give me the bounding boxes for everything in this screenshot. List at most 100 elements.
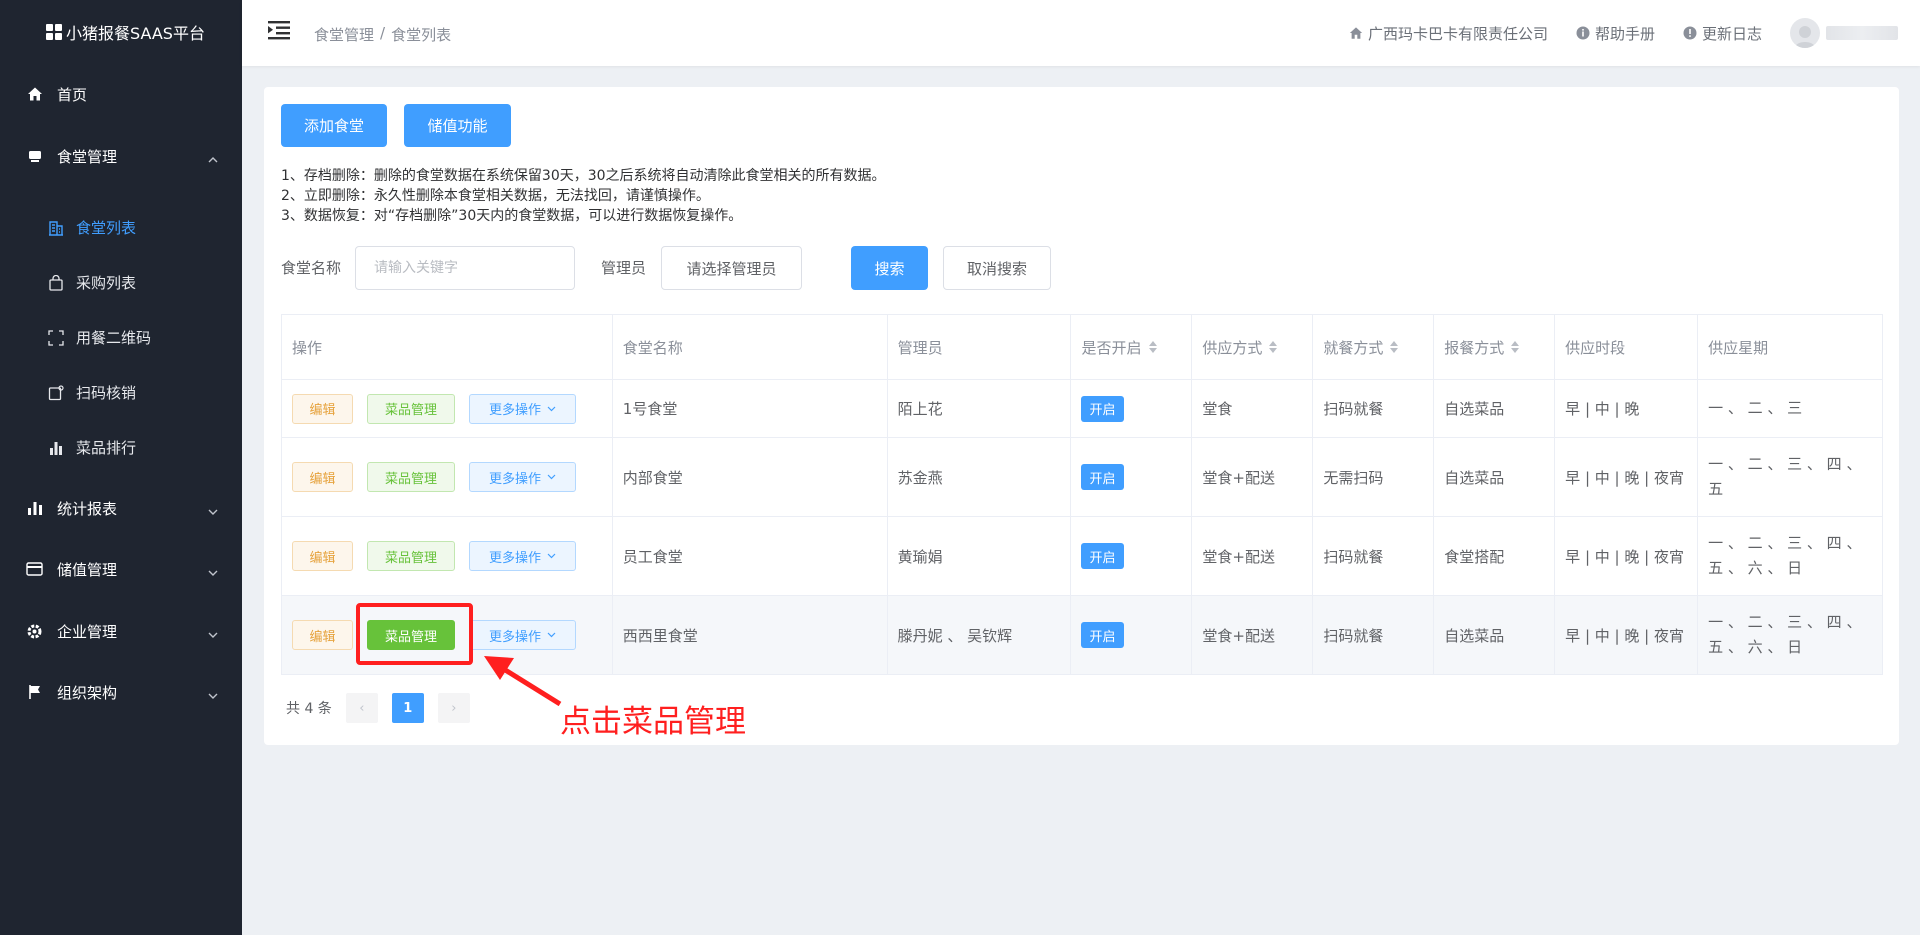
admin-name: 苏金燕 — [888, 438, 1072, 516]
enabled-tag: 开启 — [1081, 395, 1124, 422]
canteen-name-label: 食堂名称 — [281, 259, 342, 277]
sidebar-item-stored-value[interactable]: 储值管理 — [0, 541, 242, 597]
changelog-label: 更新日志 — [1701, 24, 1762, 43]
app-title: 小猪报餐SAAS平台 — [66, 24, 205, 43]
dish-management-button[interactable]: 菜品管理 — [367, 541, 455, 571]
enabled-tag: 开启 — [1081, 464, 1124, 490]
dish-management-button[interactable]: 菜品管理 — [367, 462, 455, 492]
prev-page-button[interactable]: ‹ — [345, 693, 378, 723]
admin-name: 滕丹妮 、 吴钦辉 — [888, 596, 1072, 674]
column-header: 操作 — [282, 315, 613, 379]
sidebar-subitem-meal-qrcode[interactable]: 用餐二维码 — [0, 310, 242, 365]
sidebar-subitem-dish-ranking[interactable]: 菜品排行 — [0, 420, 242, 475]
canteen-name-input[interactable] — [355, 246, 575, 290]
changelog-link[interactable]: 更新日志 — [1683, 23, 1762, 44]
sidebar-subitem-purchase-list[interactable]: 采购列表 — [0, 255, 242, 310]
canteen-name: 内部食堂 — [613, 438, 888, 516]
sidebar-subitem-label: 食堂列表 — [76, 219, 137, 237]
username-blurred[interactable] — [1826, 26, 1898, 40]
sort-icon[interactable] — [1269, 341, 1278, 353]
enabled-cell: 开启 — [1071, 438, 1193, 516]
home-icon — [26, 86, 43, 103]
sidebar-subitem-label: 菜品排行 — [76, 439, 137, 457]
cancel-search-button[interactable]: 取消搜索 — [943, 246, 1051, 290]
search-button[interactable]: 搜索 — [851, 246, 928, 290]
column-header-label: 报餐方式 — [1444, 338, 1505, 357]
pagination: 共 4 条 ‹ 1 › — [286, 693, 470, 723]
scan-icon — [48, 329, 64, 346]
column-header-sortable[interactable]: 是否开启 — [1071, 315, 1193, 379]
more-actions-button[interactable]: 更多操作 — [469, 462, 576, 492]
days-line: 一 、 二 、 三 、 四 、 — [1708, 613, 1862, 631]
chevron-down-icon — [208, 563, 218, 581]
column-header-sortable[interactable]: 供应方式 — [1192, 315, 1314, 379]
top-header: 食堂管理 / 食堂列表 广西玛卡巴卡有限责任公司 帮助手册 更新日志 — [242, 0, 1920, 66]
column-header-sortable[interactable]: 就餐方式 — [1313, 315, 1435, 379]
sidebar-subitem-label: 采购列表 — [76, 274, 137, 292]
enabled-tag: 开启 — [1081, 543, 1124, 569]
canteen-name: 1号食堂 — [613, 380, 888, 437]
more-actions-button[interactable]: 更多操作 — [469, 541, 576, 571]
stored-value-button[interactable]: 储值功能 — [404, 104, 511, 147]
sort-icon[interactable] — [1390, 341, 1399, 353]
column-header: 管理员 — [888, 315, 1072, 379]
edit-button[interactable]: 编辑 — [292, 620, 353, 650]
main-card: 添加食堂 储值功能 1、存档删除：删除的食堂数据在系统保留30天，30之后系统将… — [264, 87, 1899, 745]
collapse-menu-icon[interactable] — [268, 20, 290, 40]
company-link[interactable]: 广西玛卡巴卡有限责任公司 — [1349, 23, 1548, 44]
sidebar-subitem-scan-verify[interactable]: 扫码核销 — [0, 365, 242, 420]
edit-button[interactable]: 编辑 — [292, 393, 353, 424]
annotation-arrow-icon — [484, 656, 562, 706]
sidebar-item-home[interactable]: 首页 — [0, 66, 242, 122]
bar-chart-icon — [26, 500, 43, 517]
sort-icon[interactable] — [1511, 341, 1520, 353]
dining-mode: 扫码就餐 — [1313, 596, 1435, 674]
card-icon — [26, 561, 43, 578]
sort-icon[interactable] — [1148, 341, 1157, 353]
dish-management-button[interactable]: 菜品管理 — [367, 393, 455, 424]
header-right: 广西玛卡巴卡有限责任公司 帮助手册 更新日志 — [1349, 0, 1920, 66]
order-mode: 自选菜品 — [1434, 438, 1556, 516]
supply-times: 早 | 中 | 晚 | 夜宵 — [1555, 596, 1699, 674]
add-canteen-button[interactable]: 添加食堂 — [281, 104, 387, 147]
sidebar-item-organization[interactable]: 组织架构 — [0, 664, 242, 720]
order-mode: 自选菜品 — [1434, 380, 1556, 437]
more-actions-button[interactable]: 更多操作 — [469, 620, 576, 650]
column-header-label: 是否开启 — [1081, 338, 1142, 357]
row-actions: 编辑 菜品管理 更多操作 — [282, 380, 613, 437]
sidebar-item-label: 首页 — [57, 85, 88, 104]
edit-button[interactable]: 编辑 — [292, 541, 353, 571]
info-icon — [1576, 26, 1590, 40]
sidebar-subitem-canteen-list[interactable]: 食堂列表 — [0, 200, 242, 255]
admin-select[interactable]: 请选择管理员 — [661, 246, 802, 290]
days-line: 一 、 二 、 三 — [1708, 399, 1803, 417]
next-page-button[interactable]: › — [437, 693, 470, 723]
alert-icon — [1683, 26, 1697, 40]
flag-icon — [26, 684, 43, 701]
admin-label: 管理员 — [601, 259, 647, 277]
days-line: 一 、 二 、 三 、 四 、 — [1708, 534, 1862, 552]
app-logo[interactable]: 小猪报餐SAAS平台 — [0, 0, 242, 64]
table-row: 编辑 菜品管理 更多操作 员工食堂 黄瑜娟 开启 堂食+配送 扫码就餐 食堂搭配… — [282, 517, 1883, 596]
sidebar-item-label: 组织架构 — [57, 683, 118, 702]
sidebar-item-canteen[interactable]: 食堂管理 — [0, 128, 242, 184]
sidebar-item-label: 统计报表 — [57, 499, 118, 518]
avatar[interactable] — [1790, 18, 1820, 48]
sidebar-item-label: 企业管理 — [57, 622, 118, 641]
column-header: 供应星期 — [1698, 315, 1883, 379]
supply-days: 一 、 二 、 三 — [1698, 380, 1883, 437]
sidebar-item-reports[interactable]: 统计报表 — [0, 480, 242, 536]
help-link[interactable]: 帮助手册 — [1576, 23, 1655, 44]
company-name: 广西玛卡巴卡有限责任公司 — [1367, 24, 1548, 43]
page-number-button[interactable]: 1 — [391, 693, 424, 723]
breadcrumb-item[interactable]: 食堂管理 — [314, 24, 374, 45]
more-actions-button[interactable]: 更多操作 — [469, 393, 576, 424]
edit-button[interactable]: 编辑 — [292, 462, 353, 492]
column-header-sortable[interactable]: 报餐方式 — [1434, 315, 1556, 379]
supply-times: 早 | 中 | 晚 | 夜宵 — [1555, 438, 1699, 516]
admin-name: 陌上花 — [888, 380, 1072, 437]
sidebar-item-enterprise[interactable]: 企业管理 — [0, 603, 242, 659]
column-header-label: 供应方式 — [1202, 338, 1263, 357]
dining-mode: 扫码就餐 — [1313, 380, 1435, 437]
enabled-tag: 开启 — [1081, 622, 1124, 648]
